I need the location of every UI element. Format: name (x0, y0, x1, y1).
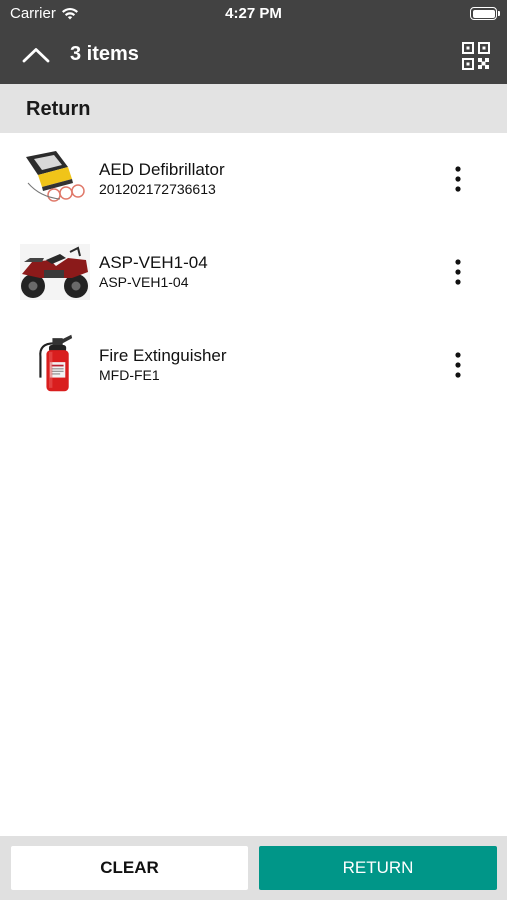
more-vertical-icon (455, 259, 461, 285)
item-name: ASP-VEH1-04 (99, 253, 208, 272)
section-title: Return (26, 98, 91, 120)
item-subtitle: MFD-FE1 (99, 367, 160, 383)
return-button[interactable]: RETURN (259, 846, 497, 890)
atv-vehicle-image (20, 244, 90, 300)
fire-extinguisher-image (39, 334, 73, 392)
status-bar: Carrier 4:27 PM (0, 0, 507, 28)
list-item[interactable]: Fire Extinguisher MFD-FE1 (0, 319, 507, 412)
chevron-up-icon (22, 48, 50, 63)
status-time: 4:27 PM (225, 5, 282, 22)
qr-code-icon (462, 42, 490, 70)
list-item[interactable]: ASP-VEH1-04 ASP-VEH1-04 (0, 226, 507, 319)
bottom-action-bar: CLEAR RETURN (0, 836, 507, 900)
item-count-title: 3 items (70, 43, 139, 65)
item-list: AED Defibrillator 201202172736613 ASP-VE… (0, 133, 507, 412)
item-name: Fire Extinguisher (99, 346, 227, 365)
more-vertical-icon (455, 166, 461, 192)
collapse-button[interactable] (20, 40, 52, 72)
item-subtitle: 201202172736613 (99, 181, 216, 197)
battery-icon (470, 7, 500, 20)
item-subtitle: ASP-VEH1-04 (99, 274, 189, 290)
clear-button[interactable]: CLEAR (11, 846, 248, 890)
app-bar: 3 items (0, 28, 507, 84)
more-vertical-icon (455, 352, 461, 378)
qr-scan-button[interactable] (461, 41, 491, 71)
section-header: Return (0, 84, 507, 133)
list-item[interactable]: AED Defibrillator 201202172736613 (0, 133, 507, 226)
more-options-button[interactable] (446, 256, 470, 288)
more-options-button[interactable] (446, 349, 470, 381)
aed-defibrillator-image (22, 149, 88, 205)
item-name: AED Defibrillator (99, 160, 225, 179)
more-options-button[interactable] (446, 163, 470, 195)
